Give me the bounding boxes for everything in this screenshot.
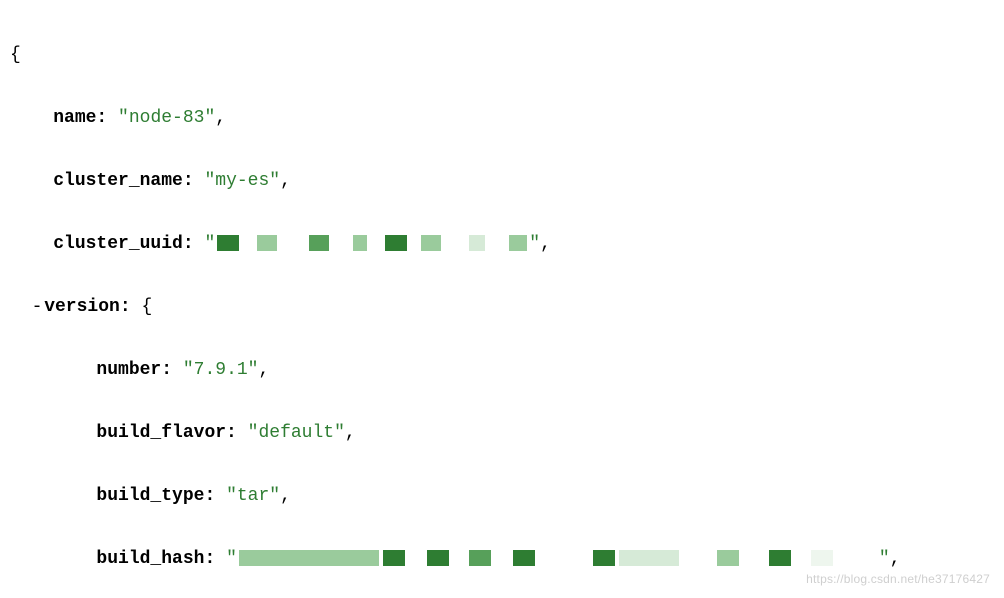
redaction-block xyxy=(539,550,589,566)
redaction-block xyxy=(383,550,405,566)
json-line: { xyxy=(10,40,994,72)
json-comma: , xyxy=(280,486,291,506)
redaction-block xyxy=(717,550,739,566)
json-line: cluster_name: "my-es", xyxy=(10,166,994,198)
redaction-block xyxy=(353,235,367,251)
redaction-block xyxy=(217,235,239,251)
json-comma: , xyxy=(215,108,226,128)
redaction-block xyxy=(489,235,505,251)
redaction-block xyxy=(683,550,713,566)
json-line: -version: { xyxy=(10,292,994,324)
redaction-block xyxy=(385,235,407,251)
json-string: "default" xyxy=(248,423,345,443)
json-comma: , xyxy=(258,360,269,380)
json-line: build_flavor: "default", xyxy=(10,418,994,450)
json-key: build_hash: xyxy=(96,549,215,569)
json-key: cluster_name: xyxy=(53,171,193,191)
json-line: number: "7.9.1", xyxy=(10,355,994,387)
redaction-block xyxy=(811,550,833,566)
json-line: cluster_uuid: " ", xyxy=(10,229,994,261)
redaction-block xyxy=(427,550,449,566)
json-key: cluster_uuid: xyxy=(53,234,193,254)
redaction-block xyxy=(769,550,791,566)
json-string: "my-es" xyxy=(204,171,280,191)
json-key: build_flavor: xyxy=(96,423,236,443)
json-string: "7.9.1" xyxy=(183,360,259,380)
redaction-block xyxy=(371,235,381,251)
watermark-text: https://blog.csdn.net/he37176427 xyxy=(806,569,990,590)
json-string: " xyxy=(879,549,890,569)
redaction-block xyxy=(593,550,615,566)
redaction-block xyxy=(795,550,807,566)
redaction-block xyxy=(411,235,417,251)
json-key: name: xyxy=(53,108,107,128)
redaction-block xyxy=(421,235,441,251)
redaction-block xyxy=(619,550,679,566)
redaction-block xyxy=(333,235,349,251)
redaction-block xyxy=(453,550,465,566)
json-key: version: xyxy=(44,297,130,317)
json-code-block: { name: "node-83", cluster_name: "my-es"… xyxy=(0,0,1004,598)
json-key: number: xyxy=(96,360,172,380)
brace-open: { xyxy=(141,297,152,317)
redaction-block xyxy=(409,550,423,566)
redaction-block xyxy=(243,235,253,251)
redaction-block xyxy=(445,235,465,251)
json-comma: , xyxy=(280,171,291,191)
redaction-block xyxy=(469,235,485,251)
collapse-toggle[interactable]: - xyxy=(32,292,45,324)
json-comma: , xyxy=(890,549,901,569)
json-string: "node-83" xyxy=(118,108,215,128)
redaction-block xyxy=(513,550,535,566)
json-string: " xyxy=(226,549,237,569)
json-comma: , xyxy=(540,234,551,254)
redaction-block xyxy=(743,550,765,566)
json-string: " xyxy=(529,234,540,254)
brace-open: { xyxy=(10,45,21,65)
redaction-block xyxy=(257,235,277,251)
redaction-block xyxy=(239,550,379,566)
redaction-block xyxy=(469,550,491,566)
redaction-block xyxy=(495,550,509,566)
redaction-block xyxy=(509,235,527,251)
redaction-block xyxy=(309,235,329,251)
json-key: build_type: xyxy=(96,486,215,506)
json-line: name: "node-83", xyxy=(10,103,994,135)
redaction-block xyxy=(281,235,305,251)
json-comma: , xyxy=(345,423,356,443)
json-string: "tar" xyxy=(226,486,280,506)
json-line: build_type: "tar", xyxy=(10,481,994,513)
redaction-block xyxy=(837,550,877,566)
json-string: " xyxy=(204,234,215,254)
